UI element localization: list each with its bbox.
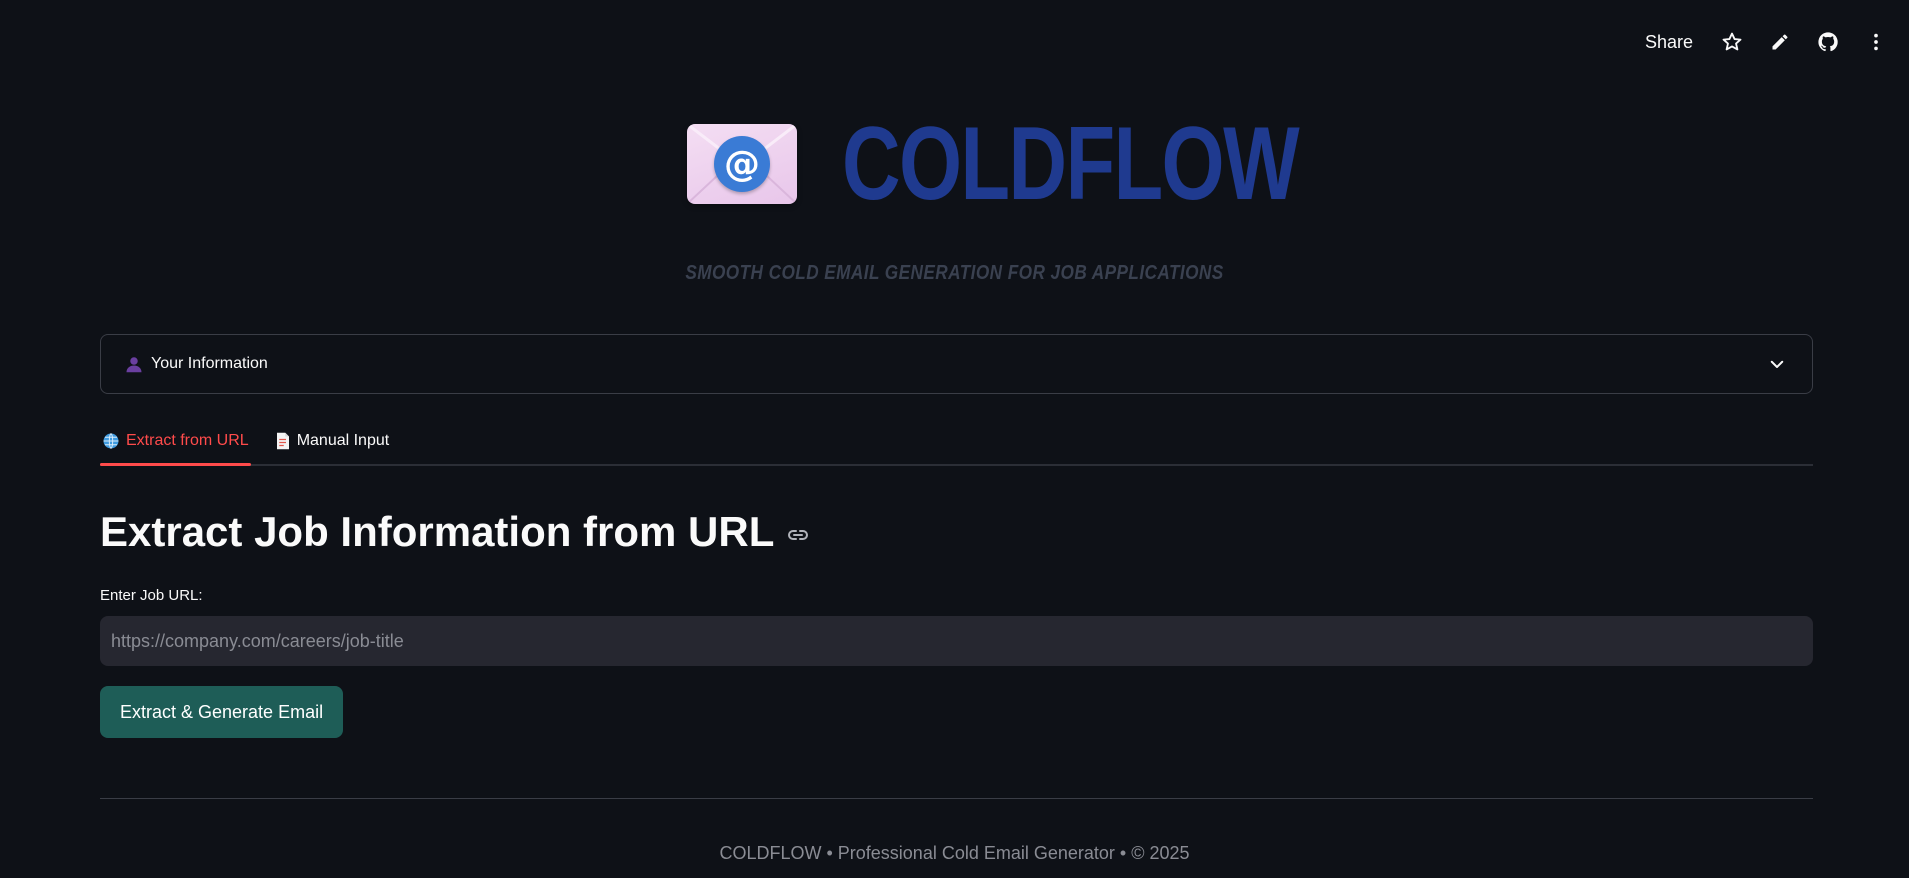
document-icon	[275, 432, 291, 450]
link-icon[interactable]	[786, 523, 810, 547]
share-button[interactable]: Share	[1645, 32, 1693, 53]
hero-header: @ COLDFLOW	[0, 112, 1909, 216]
tab-label: Manual Input	[296, 432, 390, 449]
chevron-down-icon[interactable]	[1768, 354, 1788, 374]
logo-at-symbol: @	[714, 136, 770, 192]
page-title-text: Extract Job Information from URL	[100, 508, 775, 555]
more-vertical-icon[interactable]	[1863, 29, 1889, 55]
divider	[100, 798, 1813, 799]
url-field-label: Enter Job URL:	[100, 587, 203, 604]
your-information-expander[interactable]: Your Information	[100, 334, 1813, 394]
user-icon	[125, 354, 145, 374]
brand-title: COLDFLOW	[842, 106, 1300, 222]
job-url-input[interactable]	[100, 616, 1813, 666]
tab-extract-from-url[interactable]: Extract from URL	[100, 418, 251, 466]
tagline: SMOOTH COLD EMAIL GENERATION FOR JOB APP…	[685, 262, 1224, 284]
globe-icon	[102, 432, 120, 450]
pencil-icon[interactable]	[1767, 29, 1793, 55]
email-at-icon: @	[687, 124, 797, 204]
page-title: Extract Job Information from URL	[100, 508, 810, 556]
tab-label: Extract from URL	[126, 432, 249, 449]
tab-manual-input[interactable]: Manual Input	[273, 418, 392, 464]
github-icon[interactable]	[1815, 29, 1841, 55]
tab-bar: Extract from URL Manual Input	[100, 420, 1813, 466]
star-icon[interactable]	[1719, 29, 1745, 55]
app-toolbar: Share	[1645, 26, 1889, 58]
extract-generate-button[interactable]: Extract & Generate Email	[100, 686, 344, 738]
footer-text: COLDFLOW • Professional Cold Email Gener…	[719, 843, 1190, 863]
expander-label: Your Information	[151, 355, 268, 372]
